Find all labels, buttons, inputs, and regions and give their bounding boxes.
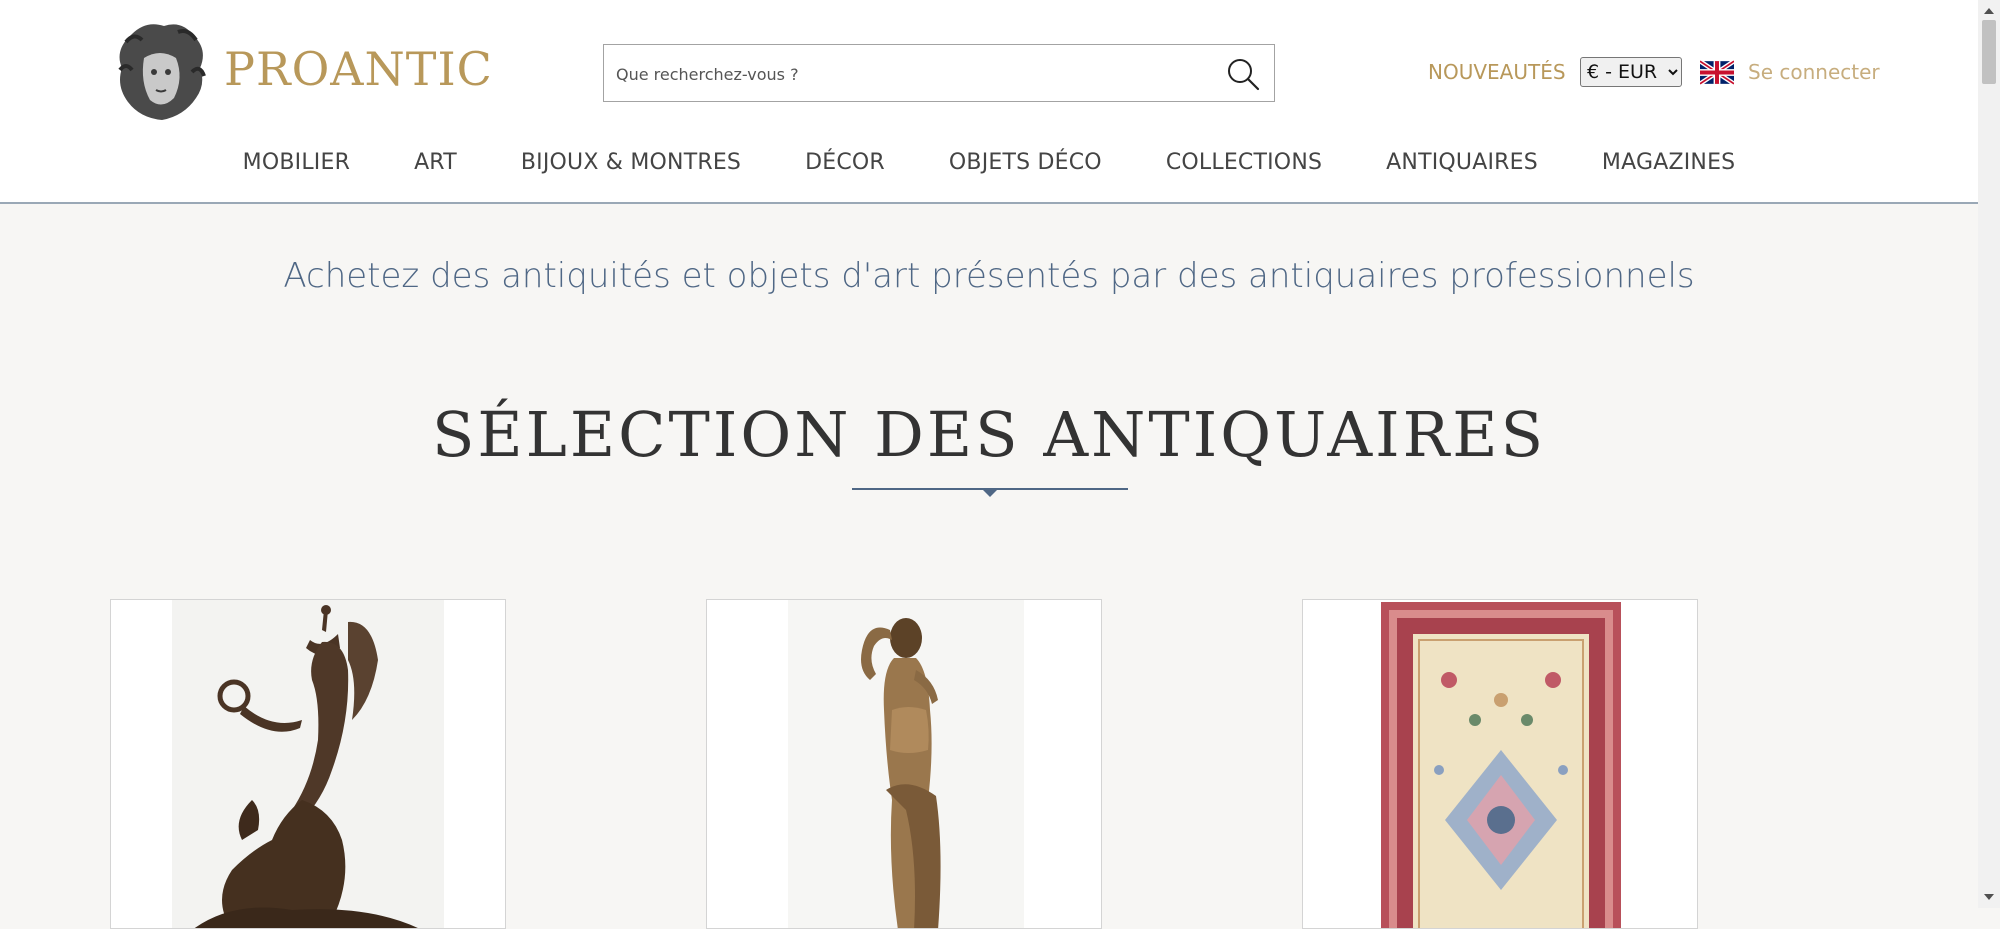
nav-item-objets-deco[interactable]: OBJETS DÉCO (949, 150, 1102, 175)
scrollbar-thumb[interactable] (1982, 20, 1996, 84)
product-image-bronze-statue[interactable] (788, 600, 1024, 929)
search-input[interactable] (614, 45, 1198, 103)
scroll-down-arrow-icon[interactable] (1984, 894, 1994, 900)
scroll-up-arrow-icon[interactable] (1984, 8, 1994, 14)
logo-head-icon (118, 24, 206, 121)
divider-arrow-icon (983, 490, 997, 497)
uk-flag-icon[interactable] (1700, 60, 1734, 85)
logo-text[interactable]: PROANTIC (224, 42, 493, 96)
nav-item-art[interactable]: ART (414, 150, 457, 175)
nav-item-antiquaires[interactable]: ANTIQUAIRES (1386, 150, 1538, 175)
nouveautes-link[interactable]: NOUVEAUTÉS (1428, 60, 1566, 84)
nav-item-collections[interactable]: COLLECTIONS (1166, 150, 1322, 175)
nav-item-decor[interactable]: DÉCOR (805, 150, 885, 175)
product-card-2[interactable] (706, 599, 1102, 929)
search-box (603, 44, 1275, 103)
vertical-scrollbar[interactable] (1978, 0, 2000, 908)
product-card-1[interactable] (110, 599, 506, 929)
product-card-3[interactable] (1302, 599, 1698, 929)
main-nav: MOBILIER ART BIJOUX & MONTRES DÉCOR OBJE… (0, 150, 1978, 175)
section-title: SÉLECTION DES ANTIQUAIRES (431, 398, 1547, 471)
nav-item-magazines[interactable]: MAGAZINES (1602, 150, 1735, 175)
login-link[interactable]: Se connecter (1748, 60, 1880, 84)
product-image-persian-rug[interactable] (1379, 600, 1623, 929)
search-icon[interactable] (1226, 57, 1260, 91)
site-header: PROANTIC NOUVEAUTÉS € - EUR Se connecter… (0, 0, 1978, 204)
currency-select[interactable]: € - EUR (1580, 57, 1682, 87)
product-image-bronze-sculpture[interactable] (172, 600, 444, 929)
tagline: Achetez des antiquités et objets d'art p… (283, 256, 1695, 296)
nav-item-mobilier[interactable]: MOBILIER (243, 150, 350, 175)
nav-item-bijoux-montres[interactable]: BIJOUX & MONTRES (521, 150, 741, 175)
